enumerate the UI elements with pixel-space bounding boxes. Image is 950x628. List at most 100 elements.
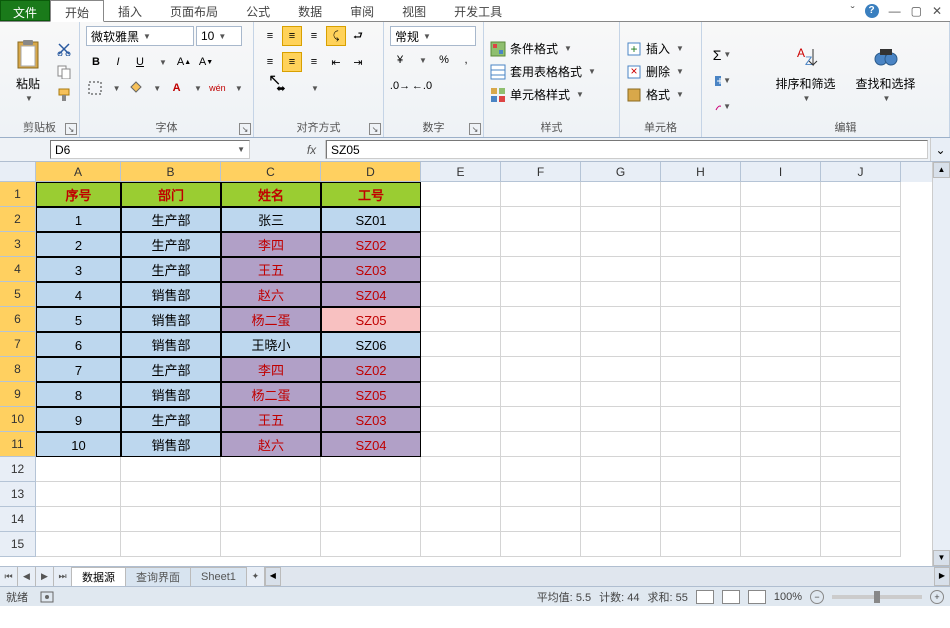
wrap-text-icon[interactable]: ⮐: [348, 26, 368, 46]
cell-H8[interactable]: [661, 357, 741, 382]
cell-E14[interactable]: [421, 507, 501, 532]
tab-file[interactable]: 文件: [0, 0, 50, 21]
window-min-icon[interactable]: —: [889, 4, 901, 18]
cell-J11[interactable]: [821, 432, 901, 457]
cell-F2[interactable]: [501, 207, 581, 232]
cell-A6[interactable]: 5: [36, 307, 121, 332]
scroll-right-icon[interactable]: ▶: [934, 567, 950, 586]
cell-D15[interactable]: [321, 532, 421, 557]
cell-G14[interactable]: [581, 507, 661, 532]
col-header-A[interactable]: A: [36, 162, 121, 182]
cell-D3[interactable]: SZ02: [321, 232, 421, 257]
cell-A7[interactable]: 6: [36, 332, 121, 357]
col-header-I[interactable]: I: [741, 162, 821, 182]
decrease-indent-icon[interactable]: ⇤: [326, 52, 346, 72]
name-box[interactable]: D6▼: [50, 140, 250, 159]
cell-I8[interactable]: [741, 357, 821, 382]
find-select-button[interactable]: 查找和选择▼: [850, 26, 922, 117]
row-header-2[interactable]: 2: [0, 207, 36, 232]
align-middle-icon[interactable]: ≡: [282, 26, 302, 46]
cell-C12[interactable]: [221, 457, 321, 482]
orientation-icon[interactable]: ⤹: [326, 26, 346, 46]
cell-A4[interactable]: 3: [36, 257, 121, 282]
new-sheet-button[interactable]: ✦: [247, 567, 265, 586]
cell-J8[interactable]: [821, 357, 901, 382]
cell-E13[interactable]: [421, 482, 501, 507]
cell-I14[interactable]: [741, 507, 821, 532]
cell-I12[interactable]: [741, 457, 821, 482]
increase-decimal-icon[interactable]: .0→: [390, 76, 410, 96]
align-left-icon[interactable]: ≡: [260, 52, 280, 72]
cell-E1[interactable]: [421, 182, 501, 207]
cell-J6[interactable]: [821, 307, 901, 332]
cell-H13[interactable]: [661, 482, 741, 507]
horizontal-scrollbar[interactable]: ◀ ▶: [265, 567, 950, 586]
cell-H9[interactable]: [661, 382, 741, 407]
cell-A14[interactable]: [36, 507, 121, 532]
cell-G1[interactable]: [581, 182, 661, 207]
row-header-3[interactable]: 3: [0, 232, 36, 257]
font-launcher[interactable]: ↘: [239, 123, 251, 135]
col-header-J[interactable]: J: [821, 162, 901, 182]
cell-I4[interactable]: [741, 257, 821, 282]
cell-I5[interactable]: [741, 282, 821, 307]
cell-E12[interactable]: [421, 457, 501, 482]
cell-J7[interactable]: [821, 332, 901, 357]
cell-F9[interactable]: [501, 382, 581, 407]
select-all-corner[interactable]: [0, 162, 36, 182]
phonetic-dd[interactable]: ▼: [229, 78, 247, 98]
align-right-icon[interactable]: ≡: [304, 52, 324, 72]
cell-C11[interactable]: 赵六: [221, 432, 321, 457]
cell-G11[interactable]: [581, 432, 661, 457]
cell-I7[interactable]: [741, 332, 821, 357]
cell-B13[interactable]: [121, 482, 221, 507]
cell-C5[interactable]: 赵六: [221, 282, 321, 307]
cell-A12[interactable]: [36, 457, 121, 482]
cell-E10[interactable]: [421, 407, 501, 432]
view-layout-icon[interactable]: [722, 590, 740, 604]
zoom-slider[interactable]: [832, 595, 922, 599]
cell-D6[interactable]: SZ05: [321, 307, 421, 332]
cell-J5[interactable]: [821, 282, 901, 307]
cell-I2[interactable]: [741, 207, 821, 232]
border-dd[interactable]: ▼: [106, 78, 124, 98]
font-color-button[interactable]: A: [167, 78, 185, 98]
cell-G15[interactable]: [581, 532, 661, 557]
cell-C8[interactable]: 李四: [221, 357, 321, 382]
cell-I1[interactable]: [741, 182, 821, 207]
cell-F7[interactable]: [501, 332, 581, 357]
cell-B10[interactable]: 生产部: [121, 407, 221, 432]
cut-icon[interactable]: [54, 39, 74, 59]
cell-I9[interactable]: [741, 382, 821, 407]
cell-J13[interactable]: [821, 482, 901, 507]
tab-审阅[interactable]: 审阅: [336, 0, 388, 21]
align-center-icon[interactable]: ≡: [282, 52, 302, 72]
cell-A10[interactable]: 9: [36, 407, 121, 432]
underline-button[interactable]: U: [130, 52, 150, 72]
cell-F11[interactable]: [501, 432, 581, 457]
cell-styles-button[interactable]: 单元格样式▼: [490, 86, 613, 103]
italic-button[interactable]: I: [108, 52, 128, 72]
cell-J1[interactable]: [821, 182, 901, 207]
cell-I6[interactable]: [741, 307, 821, 332]
cell-I10[interactable]: [741, 407, 821, 432]
cell-B15[interactable]: [121, 532, 221, 557]
col-header-H[interactable]: H: [661, 162, 741, 182]
cell-H4[interactable]: [661, 257, 741, 282]
sort-filter-button[interactable]: AZ 排序和筛选▼: [769, 26, 841, 117]
cell-H11[interactable]: [661, 432, 741, 457]
tab-公式[interactable]: 公式: [232, 0, 284, 21]
cell-A5[interactable]: 4: [36, 282, 121, 307]
cell-F5[interactable]: [501, 282, 581, 307]
col-header-C[interactable]: C: [221, 162, 321, 182]
cell-F10[interactable]: [501, 407, 581, 432]
merge-cells-icon[interactable]: ⬌: [260, 78, 302, 98]
row-header-13[interactable]: 13: [0, 482, 36, 507]
cell-B6[interactable]: 销售部: [121, 307, 221, 332]
underline-dd[interactable]: ▼: [152, 52, 172, 72]
cell-B5[interactable]: 销售部: [121, 282, 221, 307]
border-button[interactable]: [86, 78, 104, 98]
cell-A11[interactable]: 10: [36, 432, 121, 457]
cell-E9[interactable]: [421, 382, 501, 407]
zoom-level[interactable]: 100%: [774, 591, 802, 603]
